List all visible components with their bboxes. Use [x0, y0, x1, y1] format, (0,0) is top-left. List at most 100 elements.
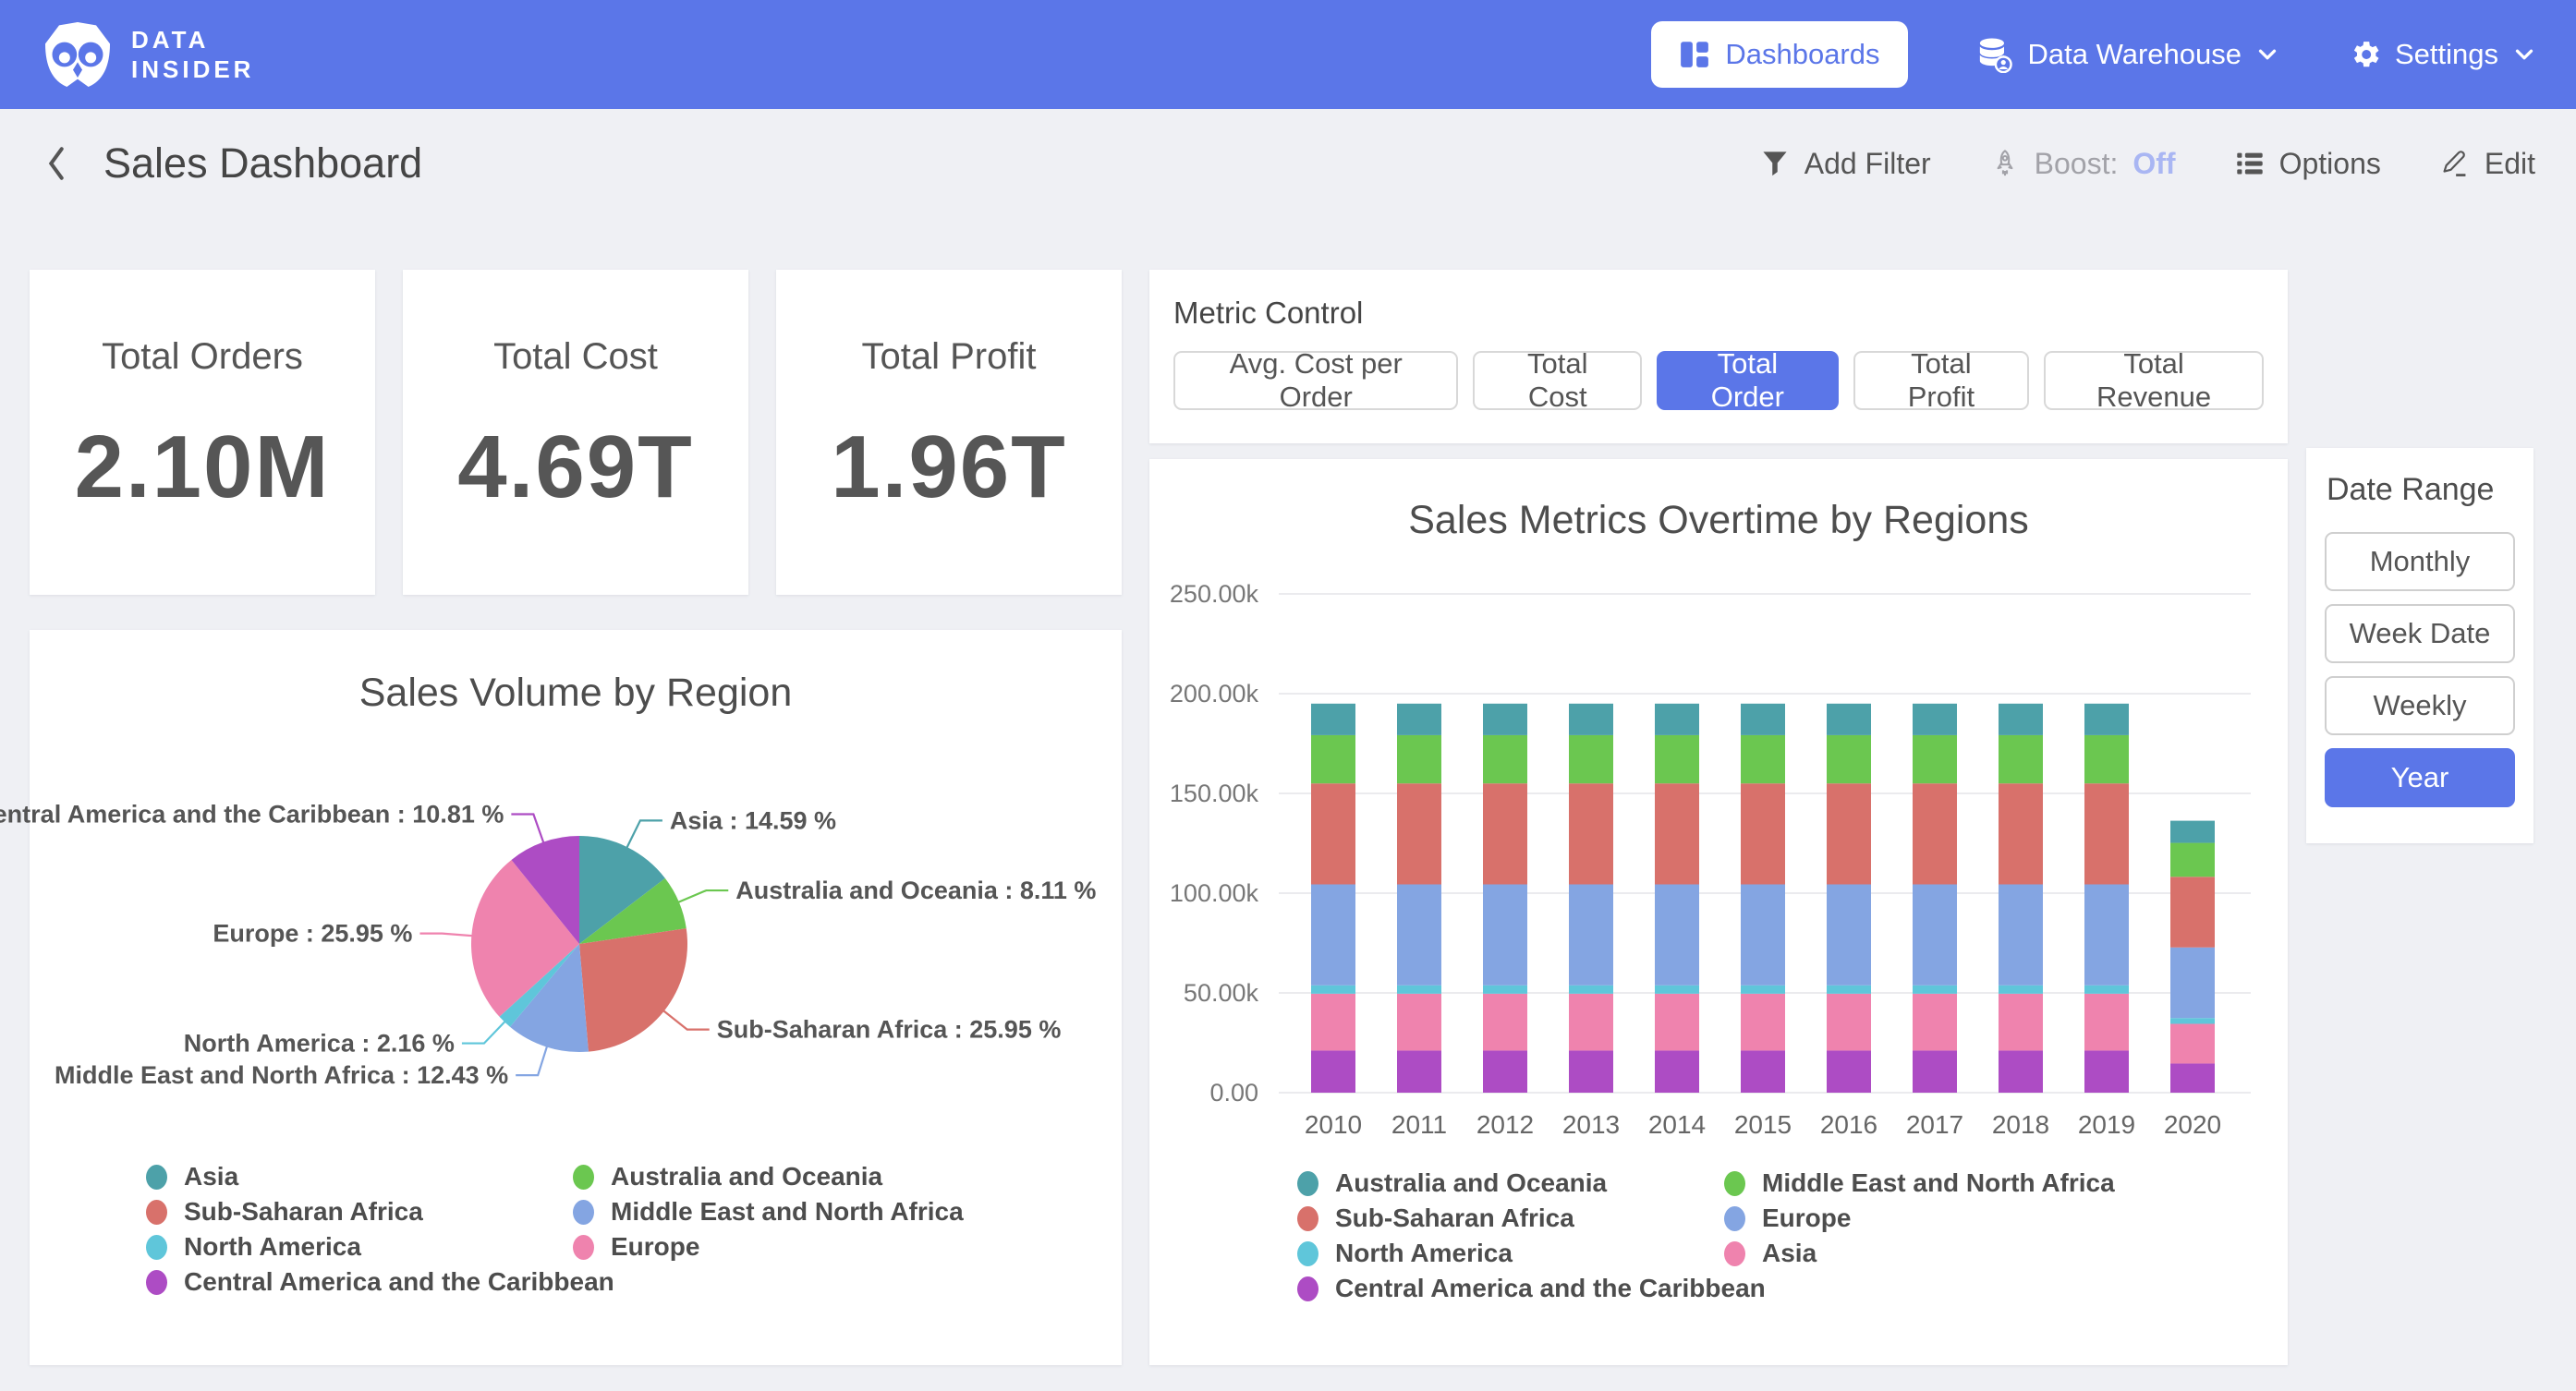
bar-segment-2014-asia[interactable]: [1655, 994, 1699, 1051]
metric-button-total-cost[interactable]: Total Cost: [1473, 351, 1642, 410]
bar-segment-2015-central-america-and-the-caribbean[interactable]: [1741, 1050, 1785, 1093]
bar-segment-2012-sub-saharan-africa[interactable]: [1483, 783, 1527, 884]
metric-button-total-revenue[interactable]: Total Revenue: [2044, 351, 2264, 410]
bar-segment-2018-middle-east-and-north-africa[interactable]: [1999, 735, 2043, 783]
bar-segment-2011-europe[interactable]: [1397, 884, 1441, 985]
legend-item-middle-east-and-north-africa[interactable]: Middle East and North Africa: [573, 1199, 964, 1225]
bar-segment-2017-europe[interactable]: [1913, 884, 1957, 985]
date-range-monthly[interactable]: Monthly: [2325, 532, 2515, 591]
bar-segment-2013-middle-east-and-north-africa[interactable]: [1569, 735, 1613, 783]
date-range-year[interactable]: Year: [2325, 748, 2515, 807]
bar-segment-2020-asia[interactable]: [2170, 1023, 2215, 1063]
bar-segment-2017-sub-saharan-africa[interactable]: [1913, 783, 1957, 884]
bar-segment-2012-middle-east-and-north-africa[interactable]: [1483, 735, 1527, 783]
bar-segment-2020-australia-and-oceania[interactable]: [2170, 821, 2215, 843]
bar-segment-2012-central-america-and-the-caribbean[interactable]: [1483, 1050, 1527, 1093]
bar-segment-2020-central-america-and-the-caribbean[interactable]: [2170, 1063, 2215, 1093]
bar-segment-2015-sub-saharan-africa[interactable]: [1741, 783, 1785, 884]
bar-segment-2020-sub-saharan-africa[interactable]: [2170, 877, 2215, 947]
bar-segment-2010-asia[interactable]: [1311, 994, 1355, 1051]
bar-segment-2013-sub-saharan-africa[interactable]: [1569, 783, 1613, 884]
bar-segment-2010-australia-and-oceania[interactable]: [1311, 704, 1355, 735]
legend-item-europe[interactable]: Europe: [1724, 1205, 2115, 1231]
bar-segment-2016-sub-saharan-africa[interactable]: [1827, 783, 1871, 884]
bar-segment-2010-europe[interactable]: [1311, 884, 1355, 985]
bar-segment-2019-europe[interactable]: [2084, 884, 2129, 985]
bar-segment-2019-australia-and-oceania[interactable]: [2084, 704, 2129, 735]
legend-item-asia[interactable]: Asia: [1724, 1240, 2115, 1266]
bar-segment-2016-australia-and-oceania[interactable]: [1827, 704, 1871, 735]
bar-segment-2010-middle-east-and-north-africa[interactable]: [1311, 735, 1355, 783]
bar-segment-2018-central-america-and-the-caribbean[interactable]: [1999, 1050, 2043, 1093]
bar-segment-2017-central-america-and-the-caribbean[interactable]: [1913, 1050, 1957, 1093]
bar-segment-2010-central-america-and-the-caribbean[interactable]: [1311, 1050, 1355, 1093]
bar-segment-2018-europe[interactable]: [1999, 884, 2043, 985]
bar-segment-2014-middle-east-and-north-africa[interactable]: [1655, 735, 1699, 783]
brand-logo[interactable]: DATA INSIDER: [41, 18, 254, 91]
bar-segment-2015-europe[interactable]: [1741, 884, 1785, 985]
bar-segment-2013-europe[interactable]: [1569, 884, 1613, 985]
options-button[interactable]: Options: [2235, 147, 2381, 181]
date-range-weekly[interactable]: Weekly: [2325, 676, 2515, 735]
legend-item-europe[interactable]: Europe: [573, 1234, 964, 1260]
bar-segment-2017-australia-and-oceania[interactable]: [1913, 704, 1957, 735]
bar-segment-2013-central-america-and-the-caribbean[interactable]: [1569, 1050, 1613, 1093]
nav-dashboards[interactable]: Dashboards: [1651, 21, 1907, 88]
legend-item-central-america-and-the-caribbean[interactable]: Central America and the Caribbean: [146, 1269, 573, 1295]
bar-segment-2011-middle-east-and-north-africa[interactable]: [1397, 735, 1441, 783]
legend-item-middle-east-and-north-africa[interactable]: Middle East and North Africa: [1724, 1170, 2115, 1196]
bar-segment-2012-australia-and-oceania[interactable]: [1483, 704, 1527, 735]
bar-segment-2010-sub-saharan-africa[interactable]: [1311, 783, 1355, 884]
bar-segment-2014-north-america[interactable]: [1655, 986, 1699, 994]
legend-item-sub-saharan-africa[interactable]: Sub-Saharan Africa: [146, 1199, 573, 1225]
bar-segment-2013-australia-and-oceania[interactable]: [1569, 704, 1613, 735]
bar-segment-2014-australia-and-oceania[interactable]: [1655, 704, 1699, 735]
bar-segment-2012-asia[interactable]: [1483, 994, 1527, 1051]
nav-data-warehouse[interactable]: Data Warehouse: [1976, 36, 2278, 73]
bar-segment-2020-middle-east-and-north-africa[interactable]: [2170, 843, 2215, 877]
legend-item-asia[interactable]: Asia: [146, 1164, 573, 1190]
bar-segment-2018-australia-and-oceania[interactable]: [1999, 704, 2043, 735]
bar-segment-2015-asia[interactable]: [1741, 994, 1785, 1051]
bar-segment-2019-middle-east-and-north-africa[interactable]: [2084, 735, 2129, 783]
bar-segment-2011-asia[interactable]: [1397, 994, 1441, 1051]
bar-segment-2019-asia[interactable]: [2084, 994, 2129, 1051]
legend-item-sub-saharan-africa[interactable]: Sub-Saharan Africa: [1297, 1205, 1724, 1231]
nav-settings[interactable]: Settings: [2347, 38, 2535, 71]
back-button[interactable]: [41, 145, 72, 182]
bar-segment-2020-europe[interactable]: [2170, 948, 2215, 1018]
bar-segment-2019-central-america-and-the-caribbean[interactable]: [2084, 1050, 2129, 1093]
bar-segment-2011-north-america[interactable]: [1397, 986, 1441, 994]
legend-item-central-america-and-the-caribbean[interactable]: Central America and the Caribbean: [1297, 1276, 1724, 1301]
bar-segment-2014-central-america-and-the-caribbean[interactable]: [1655, 1050, 1699, 1093]
bar-segment-2013-north-america[interactable]: [1569, 986, 1613, 994]
bar-segment-2015-middle-east-and-north-africa[interactable]: [1741, 735, 1785, 783]
bar-segment-2012-north-america[interactable]: [1483, 986, 1527, 994]
bar-segment-2011-australia-and-oceania[interactable]: [1397, 704, 1441, 735]
metric-button-total-profit[interactable]: Total Profit: [1853, 351, 2029, 410]
add-filter-button[interactable]: Add Filter: [1760, 147, 1931, 181]
date-range-week-date[interactable]: Week Date: [2325, 604, 2515, 663]
bar-segment-2012-europe[interactable]: [1483, 884, 1527, 985]
legend-item-australia-and-oceania[interactable]: Australia and Oceania: [1297, 1170, 1724, 1196]
legend-item-north-america[interactable]: North America: [146, 1234, 573, 1260]
bar-segment-2016-europe[interactable]: [1827, 884, 1871, 985]
legend-item-australia-and-oceania[interactable]: Australia and Oceania: [573, 1164, 964, 1190]
bar-segment-2015-north-america[interactable]: [1741, 986, 1785, 994]
bar-segment-2016-middle-east-and-north-africa[interactable]: [1827, 735, 1871, 783]
bar-segment-2018-north-america[interactable]: [1999, 986, 2043, 994]
bar-segment-2019-north-america[interactable]: [2084, 986, 2129, 994]
bar-segment-2011-central-america-and-the-caribbean[interactable]: [1397, 1050, 1441, 1093]
bar-segment-2016-asia[interactable]: [1827, 994, 1871, 1051]
bar-segment-2011-sub-saharan-africa[interactable]: [1397, 783, 1441, 884]
bar-segment-2015-australia-and-oceania[interactable]: [1741, 704, 1785, 735]
metric-button-total-order[interactable]: Total Order: [1657, 351, 1839, 410]
bar-segment-2014-sub-saharan-africa[interactable]: [1655, 783, 1699, 884]
bar-segment-2020-north-america[interactable]: [2170, 1018, 2215, 1023]
bar-segment-2018-asia[interactable]: [1999, 994, 2043, 1051]
edit-button[interactable]: Edit: [2440, 147, 2535, 181]
legend-item-north-america[interactable]: North America: [1297, 1240, 1724, 1266]
metric-button-avg-cost-per-order[interactable]: Avg. Cost per Order: [1173, 351, 1458, 410]
bar-segment-2017-north-america[interactable]: [1913, 986, 1957, 994]
pie-slice-sub-saharan-africa[interactable]: [579, 928, 687, 1051]
